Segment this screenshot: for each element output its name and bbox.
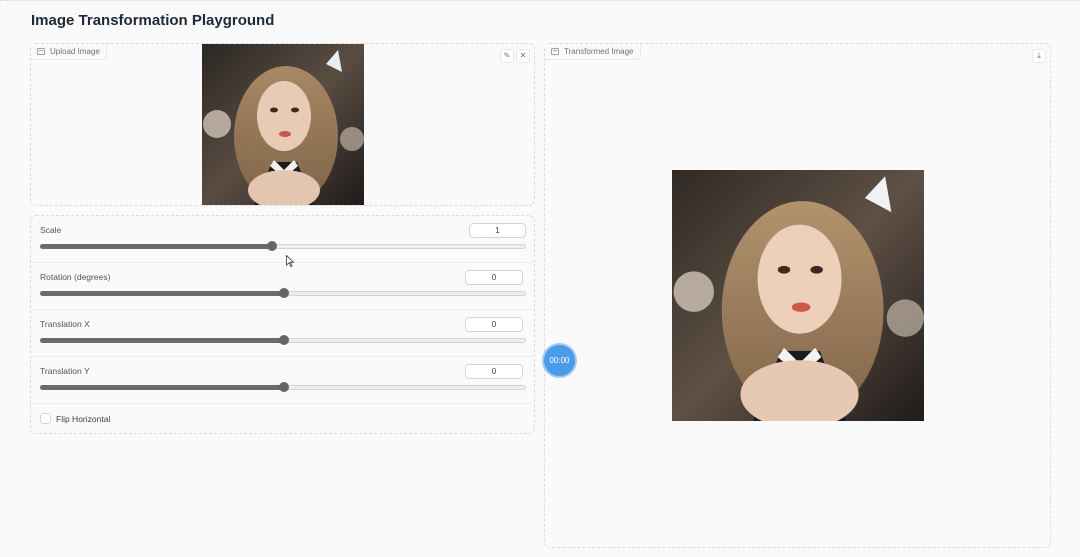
- scale-control: Scale 1: [31, 216, 534, 263]
- upload-image-tag: Upload Image: [31, 44, 107, 60]
- scale-input[interactable]: 1: [469, 223, 526, 238]
- translation-x-slider-fill: [40, 338, 283, 343]
- top-border: [0, 0, 1080, 1]
- timer-badge: 00:00: [544, 345, 575, 376]
- translation-x-label: Translation X: [40, 319, 90, 329]
- uploaded-image: [202, 44, 364, 205]
- upload-image-label: Upload Image: [50, 47, 100, 56]
- translation-x-slider[interactable]: [40, 335, 526, 345]
- controls-panel: Scale 1 Rotation (degrees) 0 Translation…: [30, 215, 535, 434]
- flip-horizontal-checkbox[interactable]: [40, 413, 51, 424]
- translation-x-slider-thumb[interactable]: [279, 335, 289, 345]
- image-icon: [37, 48, 45, 55]
- translation-y-slider[interactable]: [40, 382, 526, 392]
- page-title: Image Transformation Playground: [31, 12, 275, 29]
- translation-y-slider-fill: [40, 385, 283, 390]
- translation-x-control: Translation X 0: [31, 310, 534, 357]
- transformed-image: [672, 170, 924, 421]
- rotation-control: Rotation (degrees) 0: [31, 263, 534, 310]
- scale-label: Scale: [40, 225, 62, 235]
- rotation-slider-thumb[interactable]: [279, 288, 289, 298]
- upload-image-panel[interactable]: Upload Image ✎ ✕: [30, 43, 535, 206]
- scale-slider-thumb[interactable]: [266, 241, 277, 251]
- scale-slider-fill: [40, 244, 271, 249]
- transformed-image-label: Transformed Image: [564, 47, 634, 56]
- pencil-icon[interactable]: ✎: [500, 49, 514, 63]
- transformed-image-tag: Transformed Image: [545, 44, 641, 60]
- rotation-label: Rotation (degrees): [40, 272, 111, 282]
- translation-x-input[interactable]: 0: [465, 317, 523, 332]
- rotation-input[interactable]: 0: [465, 270, 523, 285]
- rotation-slider[interactable]: [40, 288, 526, 298]
- rotation-slider-fill: [40, 291, 283, 296]
- translation-y-control: Translation Y 0: [31, 357, 534, 404]
- download-icon[interactable]: ⤓: [1032, 49, 1046, 63]
- transformed-image-panel: Transformed Image ⤓: [544, 43, 1051, 548]
- mouse-cursor-icon: [286, 255, 294, 267]
- translation-y-input[interactable]: 0: [465, 364, 523, 379]
- close-icon[interactable]: ✕: [516, 49, 530, 63]
- image-icon: [551, 48, 559, 55]
- scale-slider[interactable]: [40, 241, 526, 251]
- flip-horizontal-label[interactable]: Flip Horizontal: [56, 414, 110, 424]
- translation-y-label: Translation Y: [40, 366, 90, 376]
- translation-y-slider-thumb[interactable]: [279, 382, 289, 392]
